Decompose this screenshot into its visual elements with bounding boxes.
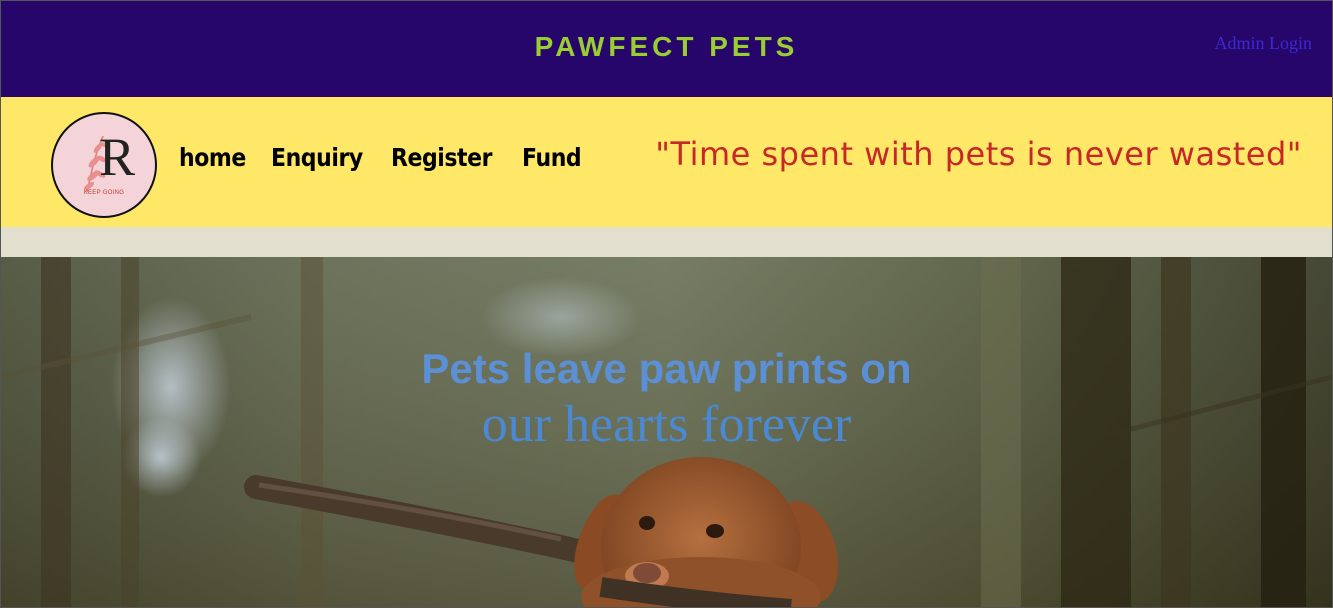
separator-strip xyxy=(1,227,1332,257)
admin-login-link[interactable]: Admin Login xyxy=(1215,33,1313,54)
page-frame: PAWFECT PETS Admin Login R KEEP GOING ho… xyxy=(0,0,1333,608)
nav-band: R KEEP GOING home Enquiry Register Fund … xyxy=(1,97,1332,227)
nav-fund[interactable]: Fund xyxy=(522,143,582,172)
hero-title-line-1: Pets leave paw prints on xyxy=(421,345,912,392)
site-title: PAWFECT PETS xyxy=(534,31,799,62)
logo-caption: KEEP GOING xyxy=(83,190,125,196)
logo-letter: R xyxy=(99,127,136,187)
nav-home[interactable]: home xyxy=(179,143,246,172)
nav-enquiry[interactable]: Enquiry xyxy=(271,143,363,172)
top-header: PAWFECT PETS Admin Login xyxy=(1,1,1332,97)
tagline-quote: "Time spent with pets is never wasted" xyxy=(655,135,1302,173)
hero-title-line-2: our hearts forever xyxy=(481,396,852,453)
main-nav: home Enquiry Register Fund xyxy=(179,143,589,172)
nav-register[interactable]: Register xyxy=(391,143,492,172)
hero-banner: Pets leave paw prints on our hearts fore… xyxy=(1,257,1332,607)
logo[interactable]: R KEEP GOING xyxy=(51,112,157,218)
